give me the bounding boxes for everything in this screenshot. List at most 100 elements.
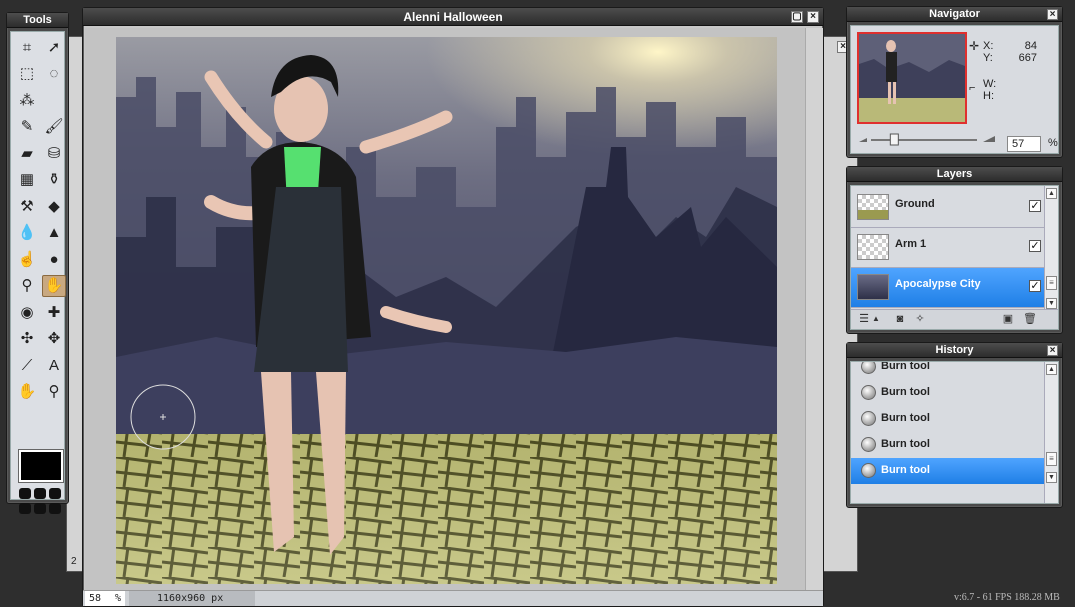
- history-item[interactable]: Burn tool: [851, 406, 1047, 432]
- zoom-in-icon: [983, 136, 995, 142]
- h-label: H:: [983, 90, 994, 102]
- navigator-zoom-input[interactable]: 57: [1007, 136, 1041, 152]
- zoom-tool-icon[interactable]: ⚲: [42, 381, 66, 403]
- zoom-slider[interactable]: [857, 132, 997, 146]
- bloat-tool-icon[interactable]: ✣: [15, 328, 39, 350]
- history-item-label: Burn tool: [881, 361, 930, 372]
- blur-tool-icon[interactable]: 💧: [15, 222, 39, 244]
- image-canvas[interactable]: [116, 37, 777, 584]
- w-label: W:: [983, 78, 997, 90]
- option-button[interactable]: [49, 503, 61, 514]
- layer-visibility-checkbox[interactable]: ✓: [1029, 200, 1041, 212]
- scroll-up-icon[interactable]: ▲: [1046, 364, 1057, 375]
- burn-tool-icon: [861, 385, 876, 400]
- new-layer-icon[interactable]: ▣: [1001, 313, 1015, 325]
- scroll-down-icon[interactable]: ▼: [1046, 472, 1057, 483]
- paint-bucket-icon[interactable]: ⛁: [42, 142, 66, 164]
- history-title[interactable]: History ×: [847, 343, 1062, 358]
- lasso-tool-icon[interactable]: ◌: [42, 63, 66, 85]
- hand-tool-icon[interactable]: ✋: [15, 381, 39, 403]
- layer-style-icon[interactable]: ✧: [913, 313, 927, 325]
- layers-title-text: Layers: [936, 168, 973, 180]
- option-button[interactable]: [34, 488, 46, 499]
- pencil-tool-icon[interactable]: ✎: [15, 116, 39, 138]
- dodge-tool-icon[interactable]: ⚲: [15, 275, 39, 297]
- layer-visibility-checkbox[interactable]: ✓: [1029, 240, 1041, 252]
- color-picker-icon[interactable]: ⟋: [15, 354, 39, 376]
- layers-scrollbar[interactable]: ▲ ≡ ▼: [1044, 186, 1058, 309]
- history-scrollbar[interactable]: ▲ ≡ ▼: [1044, 362, 1058, 503]
- close-icon[interactable]: ×: [1047, 9, 1058, 20]
- document-title[interactable]: Alenni Halloween ▢ ×: [83, 8, 823, 26]
- layer-row-apocalypse-city[interactable]: Apocalypse City ✓: [851, 268, 1047, 308]
- scroll-thumb[interactable]: ≡: [1046, 276, 1057, 290]
- crop-tool-icon[interactable]: ⌗: [15, 36, 39, 58]
- history-item[interactable]: Burn tool: [851, 380, 1047, 406]
- tools-panel-body: ⌗ ➚ ⬚ ◌ ⁂ ✎ 🖌 ▰ ⛁ ▦ ⚱ ⚒ ◆ 💧 ▲ ☝ ● ⚲ ✋ ◉ ✚ ✣ ✥ ⟋ A ✋ ⚲: [10, 31, 66, 514]
- tool-options-grid: [19, 488, 62, 516]
- burn-tool-icon[interactable]: ✋: [42, 274, 66, 297]
- layer-row-arm-1[interactable]: Arm 1 ✓: [851, 228, 1047, 268]
- option-button[interactable]: [19, 503, 31, 514]
- red-eye-tool-icon[interactable]: ◉: [15, 301, 39, 323]
- history-item-label: Burn tool: [881, 412, 930, 424]
- navigator-title[interactable]: Navigator ×: [847, 7, 1062, 22]
- navigator-body: ✛ X: 84 Y: 667 ⌐ W: H: 57 %: [850, 25, 1059, 154]
- option-button[interactable]: [19, 488, 31, 499]
- scroll-down-icon[interactable]: ▼: [1046, 298, 1057, 309]
- history-item-label: Burn tool: [881, 464, 930, 476]
- spot-heal-icon[interactable]: ✚: [42, 301, 66, 323]
- navigator-zoom-value: 57: [1012, 138, 1025, 150]
- history-item[interactable]: Burn tool: [851, 361, 1047, 380]
- color-replace-icon[interactable]: ⚒: [15, 195, 39, 217]
- layer-thumbnail: [857, 194, 889, 220]
- navigator-panel: Navigator × ✛ X: 84 Y: 667 ⌐ W: H: 57 %: [846, 6, 1063, 158]
- history-item[interactable]: Burn tool: [851, 432, 1047, 458]
- dropdown-arrow-icon[interactable]: ▲: [869, 313, 883, 325]
- layer-mask-icon[interactable]: ◙: [893, 313, 907, 325]
- gradient-tool-icon[interactable]: ▦: [15, 169, 39, 191]
- layer-row-ground[interactable]: Ground ✓: [851, 188, 1047, 228]
- marquee-tool-icon[interactable]: ⬚: [15, 63, 39, 85]
- layers-body: Ground ✓ Arm 1 ✓ Apocalypse City ✓ ▲ ≡ ▼…: [850, 185, 1059, 330]
- sponge-tool-icon[interactable]: ●: [42, 248, 66, 270]
- navigator-thumbnail[interactable]: [857, 32, 967, 124]
- text-tool-icon[interactable]: A: [42, 354, 66, 376]
- sharpen-tool-icon[interactable]: ▲: [42, 222, 66, 244]
- layers-title[interactable]: Layers: [847, 167, 1062, 182]
- option-button[interactable]: [49, 488, 61, 499]
- maximize-icon[interactable]: ▢: [791, 11, 803, 23]
- history-item-label: Burn tool: [881, 438, 930, 450]
- close-icon[interactable]: ×: [807, 11, 819, 23]
- pinch-tool-icon[interactable]: ✥: [42, 328, 66, 350]
- navigator-preview: [859, 34, 965, 122]
- close-icon[interactable]: ×: [1047, 345, 1058, 356]
- tools-panel-title: Tools: [7, 13, 68, 28]
- move-tool-icon[interactable]: ➚: [42, 36, 66, 58]
- shape-tool-icon[interactable]: ◆: [42, 195, 66, 217]
- version-status: v:6.7 - 61 FPS 188.28 MB: [954, 592, 1060, 603]
- option-button[interactable]: [34, 503, 46, 514]
- y-value: 667: [1018, 52, 1037, 64]
- background-window-number: 2: [71, 556, 77, 567]
- navigator-zoom-unit: %: [1048, 137, 1058, 149]
- history-item-selected[interactable]: Burn tool: [851, 458, 1047, 484]
- document-vertical-scrollbar[interactable]: [805, 28, 823, 590]
- eraser-tool-icon[interactable]: ▰: [15, 142, 39, 164]
- layer-visibility-checkbox[interactable]: ✓: [1029, 280, 1041, 292]
- move-icon: ✛: [969, 39, 980, 53]
- layer-name: Arm 1: [895, 238, 927, 250]
- foreground-color-swatch[interactable]: [18, 449, 64, 483]
- canvas-area[interactable]: [85, 28, 805, 590]
- smudge-tool-icon[interactable]: ☝: [15, 248, 39, 270]
- brush-tool-icon[interactable]: 🖌: [42, 116, 66, 138]
- scroll-up-icon[interactable]: ▲: [1046, 188, 1057, 199]
- magic-wand-icon[interactable]: ⁂: [15, 89, 39, 111]
- layer-thumbnail: [857, 234, 889, 260]
- clone-stamp-icon[interactable]: ⚱: [42, 169, 66, 191]
- tool-grid: ⌗ ➚ ⬚ ◌ ⁂ ✎ 🖌 ▰ ⛁ ▦ ⚱ ⚒ ◆ 💧 ▲ ☝ ● ⚲ ✋ ◉ ✚ ✣ ✥ ⟋ A ✋ ⚲: [15, 36, 69, 407]
- scroll-thumb[interactable]: ≡: [1046, 452, 1057, 466]
- delete-layer-icon[interactable]: 🗑: [1023, 313, 1037, 325]
- history-item-label: Burn tool: [881, 386, 930, 398]
- history-panel: History × Burn tool Burn tool Burn tool …: [846, 342, 1063, 508]
